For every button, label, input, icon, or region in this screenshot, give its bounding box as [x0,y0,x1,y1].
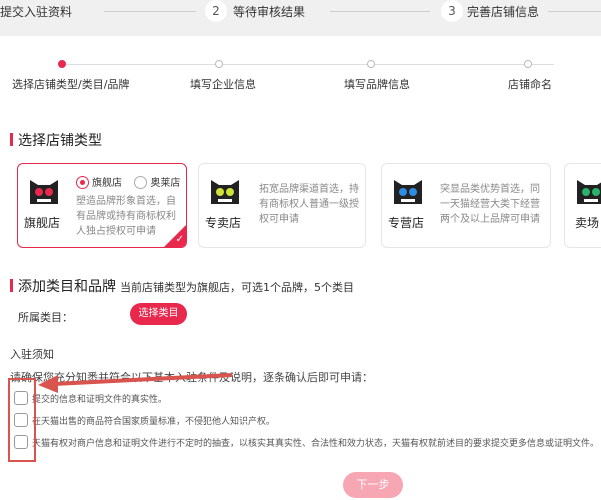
step-divider [548,11,601,12]
notice-title: 入驻须知 [10,348,54,361]
store-subtype-options: 旗舰店 奥莱店 [76,174,180,189]
radio-flagship[interactable] [76,176,89,189]
step-2-number: 2 [205,0,227,22]
step-divider [330,11,430,12]
step-2-label: 等待审核结果 [233,5,306,19]
tmall-cat-icon [30,180,58,204]
step-bar: 提交入驻资料 2 等待审核结果 3 完善店铺信息 [0,0,601,36]
progress-label-store-name: 店铺命名 [508,78,552,91]
store-name-exclusive: 专卖店 [205,216,242,230]
progress-dot [367,60,375,68]
category-label: 所属类目： [18,311,73,324]
progress-dot [215,60,223,68]
radio-outlet[interactable] [134,176,148,189]
store-card-flagship[interactable]: 旗舰店 旗舰店 奥莱店 塑造品牌形象首选，自有品牌或持有商标权利人独占授权可申请… [17,163,187,248]
radio-flagship-label: 旗舰店 [92,178,122,189]
progress-track [64,64,554,65]
store-card-specialty[interactable]: 专营店 突显品类优势首选，同一天猫经营大类下经营两个及以上品牌可申请 [381,163,551,248]
store-name-specialty: 专营店 [388,216,425,230]
step-3-number: 3 [441,0,463,22]
tmall-cat-icon [211,180,239,204]
store-name-flagship: 旗舰店 [24,216,61,230]
store-card-exclusive[interactable]: 专卖店 拓宽品牌渠道首选，持有商标权人普通一级授权可申请 [198,163,366,248]
store-name-mall: 卖场 [575,216,600,230]
tmall-cat-icon [577,180,601,204]
agreement-text: 提交的信息和证明文件的真实性。 [32,395,168,405]
progress-label-brand: 填写品牌信息 [344,78,410,91]
select-category-button[interactable]: 选择类目 [130,303,187,325]
agreement-text: 天猫有权对商户信息和证明文件进行不定时的抽查，以核实其真实性、合法性和效力状态，… [32,439,600,449]
store-desc-specialty: 突显品类优势首选，同一天猫经营大类下经营两个及以上品牌可申请 [440,184,540,225]
agreement-text: 在天猫出售的商品符合国家质量标准，不侵犯他人知识产权。 [32,417,276,427]
radio-outlet-label: 奥莱店 [150,178,181,189]
section-title-store-type: 选择店铺类型 [10,130,102,150]
step-1-label: 提交入驻资料 [0,5,73,19]
check-icon: ✓ [175,234,184,245]
progress-label-store-type: 选择店铺类型/类目/品牌 [12,78,130,91]
next-step-button[interactable]: 下一步 [343,472,403,498]
store-desc-exclusive: 拓宽品牌渠道首选，持有商标权人普通一级授权可申请 [259,184,359,225]
progress-dot-active [58,60,66,68]
tmall-cat-icon [394,180,422,204]
step-divider [104,11,196,12]
step-3-label: 完善店铺信息 [467,5,540,19]
store-card-mall[interactable]: 卖场 [564,163,601,248]
section-title-category-brand: 添加类目和品牌 [10,276,116,296]
category-brand-hint: 当前店铺类型为旗舰店，可选1个品牌，5个类目 [120,281,354,294]
notice-line: 请确保您充分知悉并符合以下基本入驻条件及说明，逐条确认后即可申请： [10,371,373,384]
progress-label-company: 填写企业信息 [190,78,256,91]
progress-dot [524,60,532,68]
highlight-box [8,378,36,462]
